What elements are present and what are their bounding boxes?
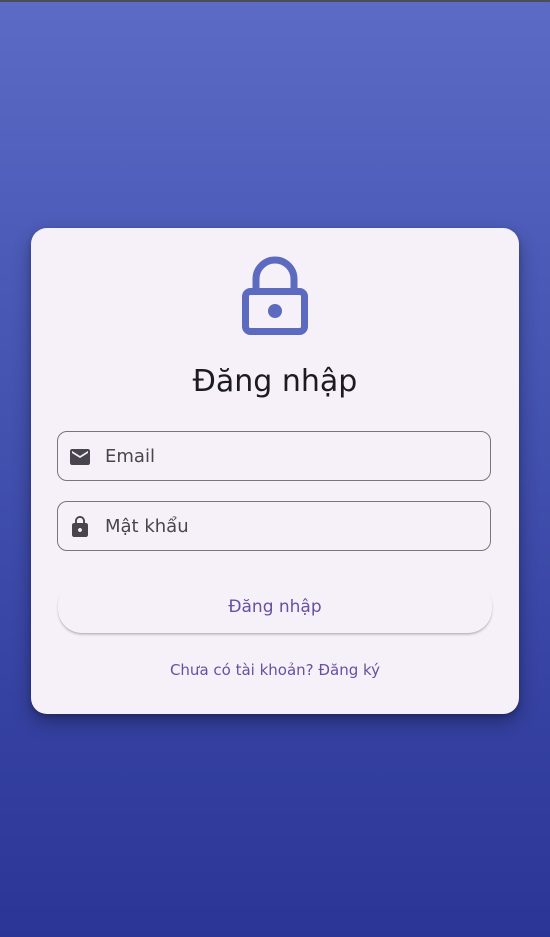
register-link[interactable]: Chưa có tài khoản? Đăng ký [31, 660, 519, 680]
lock-icon [242, 256, 308, 335]
lock-icon [72, 516, 88, 537]
login-card: Đăng nhập Đăng nhập Chưa có tài khoản? Đ… [31, 228, 519, 714]
email-input[interactable] [105, 432, 475, 480]
password-field[interactable] [57, 501, 491, 551]
email-field[interactable] [57, 431, 491, 481]
mail-icon [70, 449, 90, 465]
login-button[interactable]: Đăng nhập [58, 581, 492, 633]
password-input[interactable] [105, 502, 475, 550]
page-title: Đăng nhập [192, 364, 358, 399]
top-border [0, 0, 550, 2]
